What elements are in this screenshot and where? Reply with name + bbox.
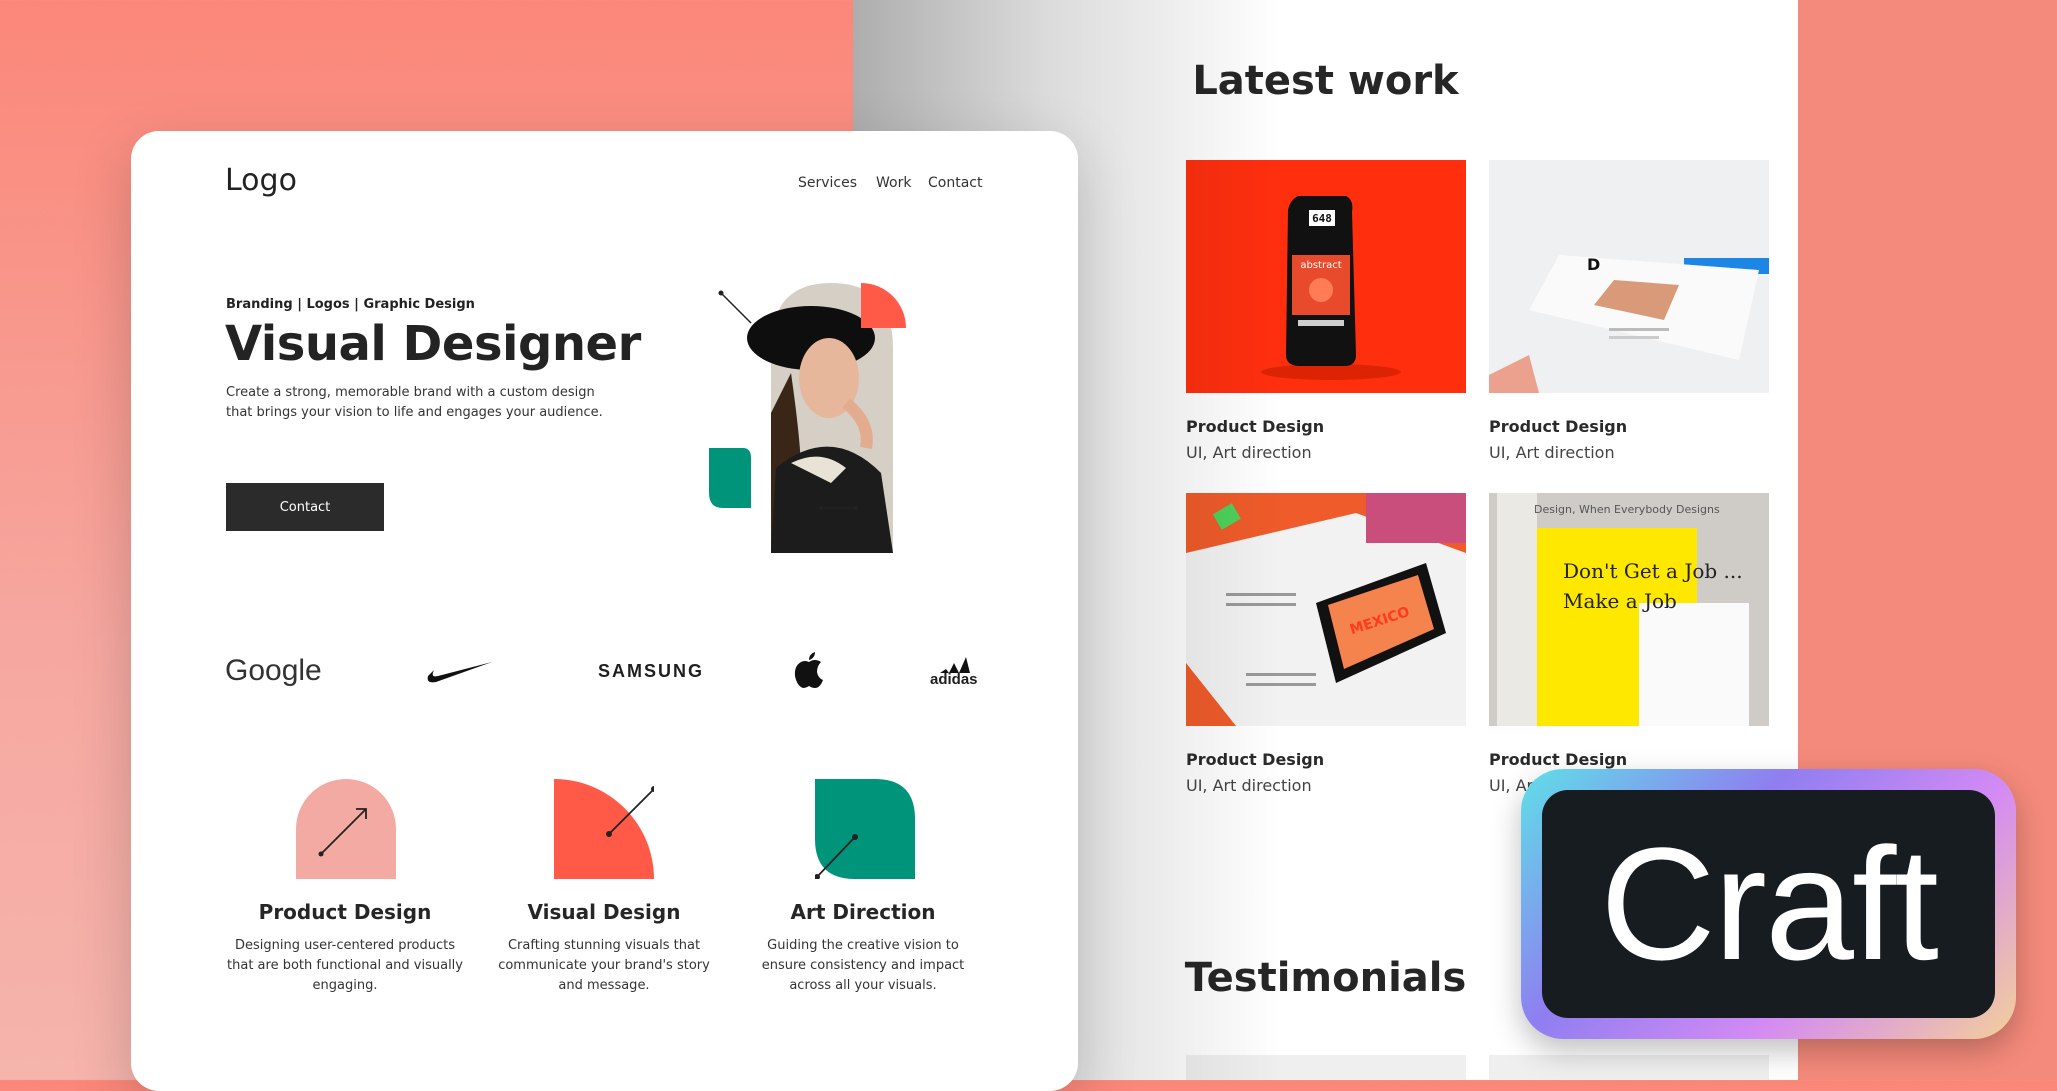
book-title-2: Make a Job (1563, 589, 1677, 613)
hero-eyebrow: Branding | Logos | Graphic Design (226, 297, 475, 312)
nike-swoosh-icon (427, 662, 492, 683)
work-name: Product Design (1186, 417, 1325, 436)
testimonial-card (1489, 1055, 1769, 1080)
testimonial-card (1186, 1055, 1466, 1080)
craft-badge-text: Craft (1600, 814, 1939, 993)
work-tags: UI, Art direction (1186, 776, 1312, 795)
craft-badge-inner: Craft (1542, 790, 1995, 1018)
brand-apple (793, 651, 825, 691)
service-title: Product Design (258, 900, 432, 924)
work-thumb-magazine: MEXICO (1186, 493, 1466, 726)
service-description: Guiding the creative vision to ensure co… (761, 938, 965, 993)
service-art-direction: Art Direction Guiding the creative visio… (743, 900, 983, 996)
book-title-1: Don't Get a Job ... (1563, 559, 1743, 583)
hero-description: Create a strong, memorable brand with a … (226, 385, 603, 420)
adidas-wordmark: adidas (930, 671, 978, 688)
brand-samsung: SAMSUNG (598, 660, 705, 681)
red-quarter-circle-icon (554, 779, 654, 879)
brand-google: Google (225, 654, 322, 687)
nav-services[interactable]: Services (798, 175, 857, 191)
work-name: Product Design (1186, 750, 1325, 769)
latest-work-title: Latest work (1192, 58, 1459, 104)
service-title: Art Direction (790, 900, 936, 924)
service-description: Designing user-centered products that ar… (227, 938, 463, 993)
work-thumb-paint-pouch: 648 abstract (1186, 160, 1466, 393)
pouch-number: 648 (1312, 212, 1332, 225)
site-logo[interactable]: Logo (225, 163, 297, 198)
pouch-label: abstract (1300, 260, 1341, 271)
brand-adidas: adidas (930, 651, 978, 691)
service-product-design: Product Design Designing user-centered p… (225, 900, 465, 996)
apple-logo-icon (794, 652, 823, 688)
contact-button[interactable]: Contact (226, 483, 384, 531)
service-description: Crafting stunning visuals that communica… (498, 938, 710, 993)
book-header: Design, When Everybody Designs (1534, 503, 1720, 516)
nav-contact[interactable]: Contact (928, 175, 982, 191)
hero-illustration (709, 283, 906, 553)
craft-badge: Craft (1521, 769, 2016, 1039)
work-name: Product Design (1489, 417, 1628, 436)
hero-title: Visual Designer (225, 316, 641, 372)
work-thumb-business-card: D (1489, 160, 1769, 393)
work-tags: UI, Art direction (1186, 443, 1312, 462)
brand-nike (424, 651, 494, 691)
work-tags: UI, Art direction (1489, 443, 1615, 462)
service-visual-design: Visual Design Crafting stunning visuals … (484, 900, 724, 996)
nav-work[interactable]: Work (876, 175, 911, 191)
pink-arch-arrow-icon (296, 779, 396, 879)
work-name: Product Design (1489, 750, 1628, 769)
card-letter: D (1587, 255, 1600, 274)
green-leaf-icon (815, 779, 915, 879)
service-title: Visual Design (527, 900, 681, 924)
work-thumb-books: Design, When Everybody Designs Don't Get… (1489, 493, 1769, 726)
portfolio-page: Logo Services Work Contact Branding | Lo… (131, 131, 1078, 1091)
